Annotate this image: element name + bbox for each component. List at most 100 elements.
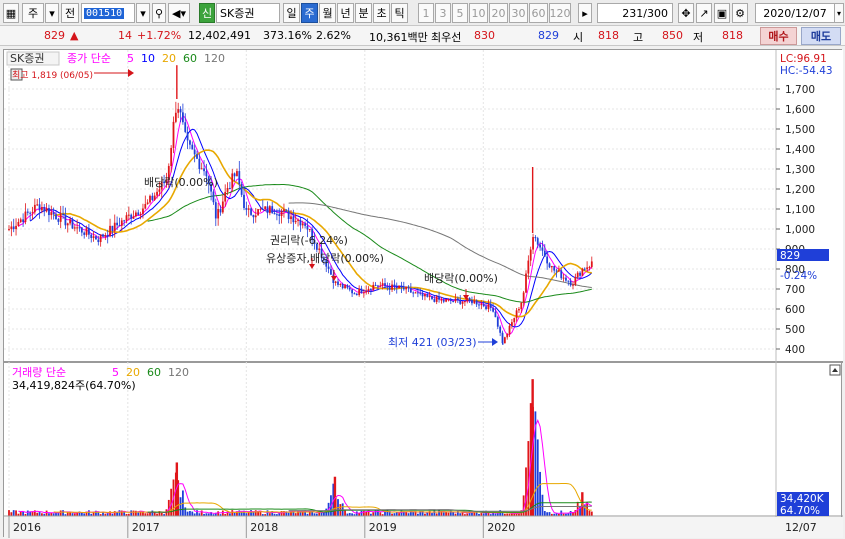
save-icon[interactable]: ▣ — [714, 3, 730, 23]
interval-tab-3[interactable]: 3 — [435, 3, 451, 23]
interval-tab-10[interactable]: 10 — [469, 3, 488, 23]
date-picker-icon[interactable]: ▾ — [834, 3, 844, 23]
candle-body — [271, 206, 274, 214]
candle-body — [144, 204, 147, 209]
period-tab-4[interactable]: 분 — [355, 3, 372, 23]
stock-code-value: 001510 — [84, 7, 125, 19]
speaker-icon[interactable]: ◀▾ — [168, 3, 190, 23]
candle-body — [377, 285, 379, 287]
interval-tab-60[interactable]: 60 — [529, 3, 548, 23]
candle-body — [158, 189, 161, 192]
volume-bar — [372, 512, 375, 516]
candle-body — [229, 188, 231, 190]
volume-ma-label: 거래량 단순 — [12, 366, 66, 379]
interval-scroll-icon[interactable]: ▸ — [578, 3, 592, 23]
period-tab-1[interactable]: 주 — [301, 3, 318, 23]
price-ma-period-60: 60 — [183, 52, 197, 65]
candle-body — [184, 122, 187, 132]
interval-tab-5[interactable]: 5 — [452, 3, 468, 23]
market-select[interactable]: 주 — [22, 3, 44, 23]
count-field[interactable]: 231/300 — [597, 3, 673, 23]
candle-body — [257, 209, 259, 216]
market-dropdown-icon[interactable]: ▾ — [45, 3, 59, 23]
candle-body — [459, 299, 462, 304]
sell-button[interactable]: 매도 — [801, 27, 841, 45]
interval-tab-30[interactable]: 30 — [509, 3, 528, 23]
layout-icon[interactable]: ▦ — [3, 3, 19, 23]
candle-body — [426, 294, 429, 297]
buy-button[interactable]: 매수 — [760, 27, 797, 45]
candle-body — [536, 238, 539, 245]
interval-tab-120[interactable]: 120 — [549, 3, 571, 23]
price-tick-13: 400 — [785, 344, 805, 356]
candle-body — [386, 286, 389, 288]
current-price: 829 — [44, 29, 65, 42]
volume-value: 12,402,491 — [188, 29, 251, 42]
candle-body — [203, 168, 205, 172]
current-change-tag: -0.24% — [780, 270, 817, 282]
candle-body — [57, 219, 60, 222]
candle-body — [400, 285, 403, 288]
price-tick-5: 1,200 — [785, 184, 815, 196]
candle-body — [579, 272, 581, 276]
candle-body — [553, 265, 556, 271]
candle-body — [543, 250, 546, 257]
date-field[interactable]: 2020/12/07 — [755, 3, 835, 23]
candle-body — [297, 219, 299, 221]
candle-body — [283, 209, 285, 212]
candle-body — [433, 299, 436, 302]
candle-body — [391, 284, 393, 290]
price-panel-title: SK증권 — [10, 52, 44, 65]
period-tab-0[interactable]: 일 — [283, 3, 300, 23]
candle-body — [243, 194, 245, 209]
change-amount: 14 — [118, 29, 132, 42]
candle-body — [337, 281, 339, 285]
stock-name-field: SK증권 — [216, 3, 280, 23]
prev-button[interactable]: 전 — [61, 3, 79, 23]
candle-body — [292, 216, 295, 223]
volume-ma-line-20 — [53, 482, 592, 514]
interval-tab-1[interactable]: 1 — [418, 3, 434, 23]
candle-body — [367, 288, 370, 291]
candle-body — [496, 317, 499, 327]
volume-bar — [257, 511, 259, 516]
candle-body — [520, 302, 523, 310]
volume-ratio: 373.16% — [263, 29, 312, 42]
volume-bar — [360, 510, 363, 516]
period-tab-5[interactable]: 초 — [373, 3, 390, 23]
candle-body — [334, 281, 337, 283]
candle-body — [52, 212, 55, 215]
period-tab-3[interactable]: 년 — [337, 3, 354, 23]
x-label-2020: 2020 — [487, 521, 515, 534]
stock-code-input[interactable]: 001510 — [81, 3, 135, 23]
search-icon[interactable]: ⚲ — [152, 3, 166, 23]
settings-icon[interactable]: ⚙ — [732, 3, 748, 23]
interval-tab-20[interactable]: 20 — [489, 3, 508, 23]
period-tab-2[interactable]: 월 — [319, 3, 336, 23]
candle-body — [26, 211, 29, 213]
candle-body — [287, 210, 290, 220]
candle-body — [304, 223, 306, 226]
line-tool-icon[interactable]: ↗ — [696, 3, 712, 23]
candle-body — [574, 276, 577, 285]
volume-bar — [151, 510, 154, 516]
volume-ma-period-120: 120 — [168, 366, 189, 379]
chart-area[interactable]: 1,700 1,600 1,500 1,400 1,300 1,200 1,100 1,000… — [3, 49, 843, 538]
price-tick-1: 1,600 — [785, 104, 815, 116]
stock-chart-svg[interactable]: 1,700 1,600 1,500 1,400 1,300 1,200 1,100 1,000… — [4, 50, 843, 538]
volume-ma-period-20: 20 — [126, 366, 140, 379]
candle-body — [358, 288, 361, 296]
code-dropdown-icon[interactable]: ▾ — [136, 3, 150, 23]
candle-body — [71, 219, 74, 229]
candle-body — [339, 284, 342, 286]
candle-body — [435, 296, 438, 302]
candle-body — [264, 206, 267, 209]
candle-body — [445, 299, 447, 302]
price-tick-11: 600 — [785, 304, 805, 316]
period-tab-6[interactable]: 틱 — [391, 3, 408, 23]
crosshair-icon[interactable]: ✥ — [678, 3, 694, 23]
volume-bar — [8, 510, 10, 516]
candle-body — [196, 154, 198, 159]
volume-bar — [442, 512, 445, 516]
candle-body — [238, 171, 241, 185]
